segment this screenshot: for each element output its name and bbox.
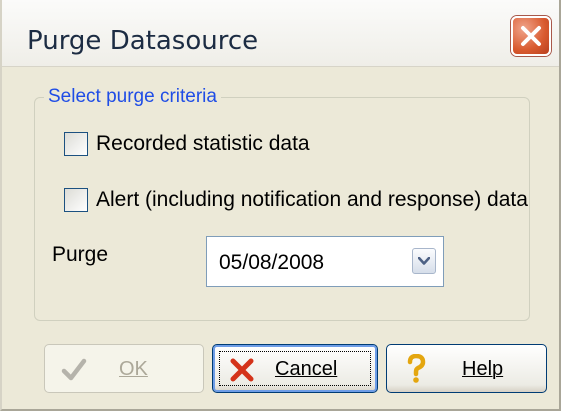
help-button[interactable]: Help (386, 344, 547, 393)
alert-data-row[interactable]: Alert (including notification and respon… (64, 188, 528, 212)
purge-label: Purge (52, 243, 109, 266)
checkmark-icon (61, 358, 87, 381)
help-button-label: Help (462, 358, 504, 380)
title-bar[interactable]: Purge Datasource (2, 0, 559, 67)
purge-date-combo[interactable]: 05/08/2008 (206, 236, 444, 287)
cancel-button[interactable]: Cancel (212, 344, 378, 393)
question-mark-icon (407, 354, 426, 383)
purge-criteria-legend: Select purge criteria (44, 86, 221, 108)
alert-data-checkbox[interactable] (64, 188, 88, 212)
date-dropdown-button[interactable] (412, 248, 436, 274)
dialog-title: Purge Datasource (27, 26, 259, 56)
cancel-button-label: Cancel (275, 358, 338, 380)
recorded-statistic-row[interactable]: Recorded statistic data (64, 132, 310, 156)
ok-button-label: OK (119, 358, 148, 380)
close-icon (521, 26, 541, 46)
close-button[interactable] (511, 16, 551, 56)
recorded-statistic-label[interactable]: Recorded statistic data (96, 132, 310, 156)
ok-button[interactable]: OK (44, 344, 204, 393)
purge-datasource-dialog: Purge Datasource Select purge criteria R… (0, 0, 561, 411)
x-icon (230, 358, 254, 382)
chevron-down-icon (418, 257, 430, 265)
purge-date-value[interactable]: 05/08/2008 (219, 251, 324, 275)
recorded-statistic-checkbox[interactable] (64, 132, 88, 156)
alert-data-label[interactable]: Alert (including notification and respon… (96, 188, 528, 212)
